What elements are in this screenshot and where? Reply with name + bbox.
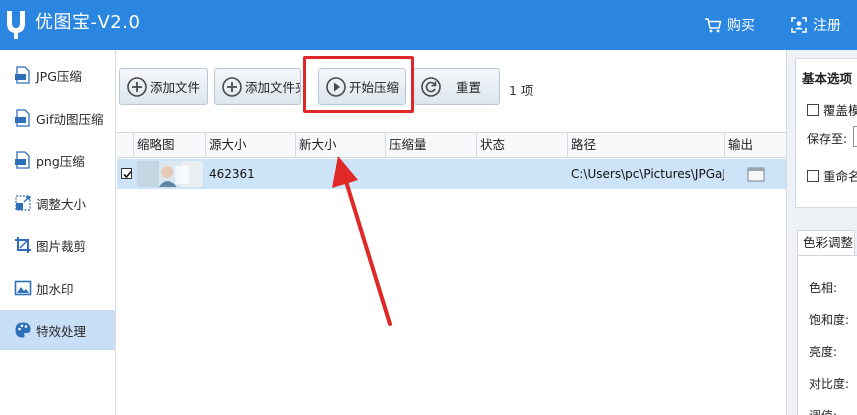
column-header-new-size[interactable]: 新大小 [295,133,385,158]
buy-button[interactable]: 购买 [704,13,755,37]
palette-icon [15,322,31,338]
play-circle-icon [326,76,346,97]
open-output-icon[interactable] [747,166,765,182]
sidebar-item-label: 调整大小 [36,196,87,212]
sidebar-item-watermark[interactable]: 加水印 [0,268,115,308]
app-title: 优图宝-V2.0 [35,12,141,33]
tab-color-adjust[interactable]: 色彩调整 [797,230,855,256]
sidebar-item-label: JPG压缩 [36,68,82,84]
sidebar-item-png-compress[interactable]: png压缩 [0,140,115,180]
rename-checkbox[interactable]: 重命名 [807,166,857,185]
png-file-icon [15,151,30,169]
sidebar-item-label: Gif动图压缩 [36,111,104,127]
checkbox-box[interactable] [807,103,819,116]
sidebar: JPG压缩 Gif动图压缩 png压缩 调整大小 图片裁剪 加水印 特效处理 [0,50,116,415]
refresh-icon [421,76,441,97]
brightness-label: 亮度: [809,345,838,359]
add-file-label: 添加文件 [150,80,201,95]
plus-circle-icon [222,76,242,97]
cart-icon [705,18,722,33]
adjust-value-label: 调值: [809,407,837,415]
start-compress-button[interactable]: 开始压缩 [318,68,406,105]
save-to-label: 保存至: [807,132,848,146]
save-to-select[interactable] [853,126,857,147]
app-window: 优图宝-V2.0 购买 注册 JPG压缩 Gif动图压缩 png压缩 调整大小 … [0,0,857,415]
sidebar-item-label: 加水印 [36,281,74,297]
basic-options-title: 基本选项 [802,71,853,86]
checkmark-icon [123,170,132,179]
column-header-path[interactable]: 路径 [567,133,724,158]
hue-label: 色相: [809,281,838,295]
reset-button[interactable]: 重置 [413,68,500,105]
rename-label: 重命名 [823,169,857,184]
checkbox-box[interactable] [807,169,819,182]
sidebar-item-label: png压缩 [36,153,85,169]
jpg-file-icon [15,66,30,84]
cell-source-size: 462361 [209,167,255,181]
saturation-label: 饱和度: [809,313,850,327]
toolbar: 添加文件 添加文件夹 开始压缩 重置 1 项 [117,50,785,130]
column-header-output[interactable]: 输出 [724,133,786,158]
table-row[interactable]: 462361 C:\Users\pc\Pictures\JPGaJP... [117,159,786,189]
sidebar-item-gif-compress[interactable]: Gif动图压缩 [0,98,115,138]
cell-compression [385,159,476,189]
item-count: 1 项 [509,83,534,98]
buy-label: 购买 [727,18,755,34]
plus-circle-icon [127,76,147,97]
options-panel: 基本选项 覆盖模 保存至: 重命名 色彩调整 色相: 饱和度: 亮度: 对比度:… [786,50,857,415]
crop-icon [15,237,31,253]
sidebar-item-label: 图片裁剪 [36,238,87,254]
add-folder-button[interactable]: 添加文件夹 [214,68,301,105]
reset-label: 重置 [456,80,482,95]
column-header-compression[interactable]: 压缩量 [385,133,476,158]
contrast-label: 对比度: [809,377,850,391]
sidebar-item-label: 特效处理 [36,323,87,339]
resize-icon [15,195,31,211]
column-header-status[interactable]: 状态 [476,133,567,158]
table-header: 缩略图 源大小 新大小 压缩量 状态 路径 输出 [117,133,786,158]
photo-thumbnail [137,161,203,187]
thumbnail-image [137,161,203,187]
app-logo-icon [7,11,25,39]
cell-new-size [295,159,385,189]
title-bar: 优图宝-V2.0 购买 注册 [0,0,857,50]
sidebar-item-effects[interactable]: 特效处理 [0,310,115,350]
register-label: 注册 [813,18,841,34]
add-folder-label: 添加文件夹 [245,80,300,95]
register-button[interactable]: 注册 [790,13,841,37]
sidebar-item-crop[interactable]: 图片裁剪 [0,225,115,265]
row-checkbox[interactable] [121,168,132,179]
file-table: 缩略图 源大小 新大小 压缩量 状态 路径 输出 462361 C:\Users… [117,132,786,415]
column-header-source-size[interactable]: 源大小 [205,133,295,158]
start-compress-label: 开始压缩 [349,80,400,95]
sidebar-item-jpg-compress[interactable]: JPG压缩 [0,55,115,95]
overwrite-label: 覆盖模 [823,103,857,118]
column-header-thumbnail[interactable]: 缩略图 [133,133,205,158]
sidebar-item-resize[interactable]: 调整大小 [0,183,115,223]
register-icon [791,17,807,33]
cell-path: C:\Users\pc\Pictures\JPGaJP... [571,167,724,181]
cell-status [476,159,567,189]
add-file-button[interactable]: 添加文件 [119,68,208,105]
overwrite-checkbox[interactable]: 覆盖模 [807,100,857,119]
gif-file-icon [15,109,30,127]
watermark-icon [14,280,32,296]
